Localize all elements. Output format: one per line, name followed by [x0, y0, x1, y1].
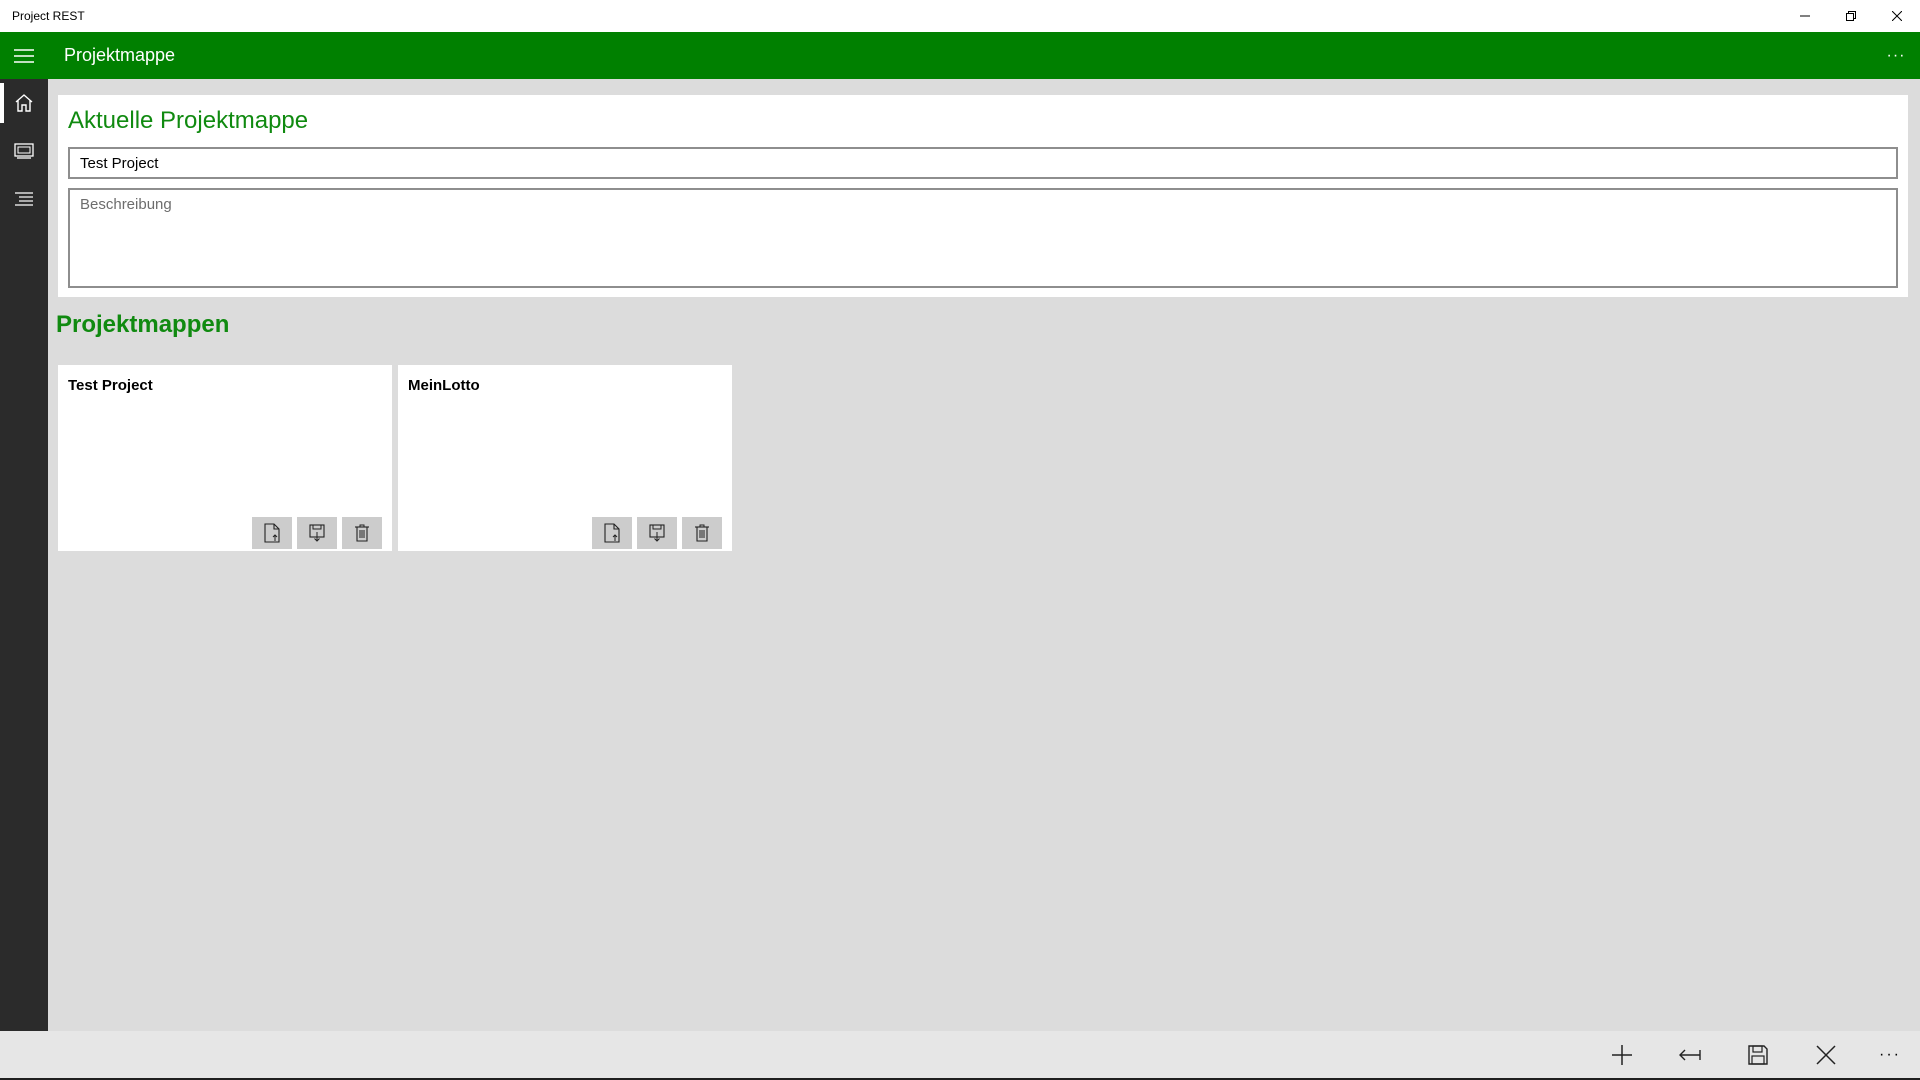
navigation-rail — [0, 79, 48, 1031]
card-actions — [592, 517, 722, 549]
save-button[interactable] — [1724, 1031, 1792, 1078]
restore-button[interactable] — [1828, 0, 1874, 32]
header-more-button[interactable]: ··· — [1872, 32, 1920, 79]
description-input[interactable] — [68, 188, 1898, 288]
trash-icon — [355, 524, 369, 542]
page-title: Projektmappe — [64, 45, 176, 65]
save-icon — [1748, 1044, 1768, 1065]
add-button[interactable] — [1588, 1031, 1656, 1078]
hamburger-icon — [14, 48, 34, 63]
command-bar: ··· — [0, 1031, 1920, 1078]
nav-item-slideshow[interactable] — [0, 127, 48, 175]
slideshow-icon — [14, 143, 34, 159]
trash-icon — [695, 524, 709, 542]
nav-item-home[interactable] — [0, 79, 48, 127]
open-file-icon — [604, 523, 620, 543]
save-project-button[interactable] — [297, 517, 337, 549]
project-card-title: Test Project — [68, 377, 153, 394]
nav-item-list[interactable] — [0, 175, 48, 223]
minimize-button[interactable] — [1782, 0, 1828, 32]
save-project-button[interactable] — [637, 517, 677, 549]
minimize-icon — [1800, 15, 1810, 17]
arrow-left-bar-icon — [1679, 1049, 1701, 1060]
app-header: Projektmappe ··· — [0, 32, 1920, 79]
add-icon — [1612, 1044, 1632, 1065]
list-icon — [15, 192, 33, 206]
close-window-button[interactable] — [1874, 0, 1920, 32]
title-bar: Project REST — [0, 0, 1920, 32]
current-project-panel: Aktuelle Projektmappe — [58, 95, 1908, 297]
project-card-title: MeinLotto — [408, 377, 480, 394]
save-icon — [649, 524, 665, 542]
open-project-button[interactable] — [252, 517, 292, 549]
project-cards: Test Project MeinLotto — [58, 365, 732, 551]
command-more-button[interactable]: ··· — [1860, 1031, 1920, 1078]
project-card[interactable]: MeinLotto — [398, 365, 732, 551]
back-button[interactable] — [1656, 1031, 1724, 1078]
close-icon — [1816, 1044, 1836, 1065]
window-title: Project REST — [12, 9, 85, 23]
home-icon — [15, 94, 33, 112]
project-name-input[interactable] — [68, 147, 1898, 179]
project-card[interactable]: Test Project — [58, 365, 392, 551]
open-file-icon — [264, 523, 280, 543]
main-content: Aktuelle Projektmappe Projektmappen Test… — [48, 79, 1920, 1031]
card-actions — [252, 517, 382, 549]
cancel-button[interactable] — [1792, 1031, 1860, 1078]
open-project-button[interactable] — [592, 517, 632, 549]
hamburger-button[interactable] — [0, 32, 48, 79]
delete-project-button[interactable] — [342, 517, 382, 549]
save-icon — [309, 524, 325, 542]
current-project-heading: Aktuelle Projektmappe — [68, 107, 309, 134]
delete-project-button[interactable] — [682, 517, 722, 549]
window-controls — [1782, 0, 1920, 32]
restore-icon — [1846, 11, 1856, 21]
close-icon — [1892, 11, 1902, 21]
projects-heading: Projektmappen — [56, 311, 230, 338]
